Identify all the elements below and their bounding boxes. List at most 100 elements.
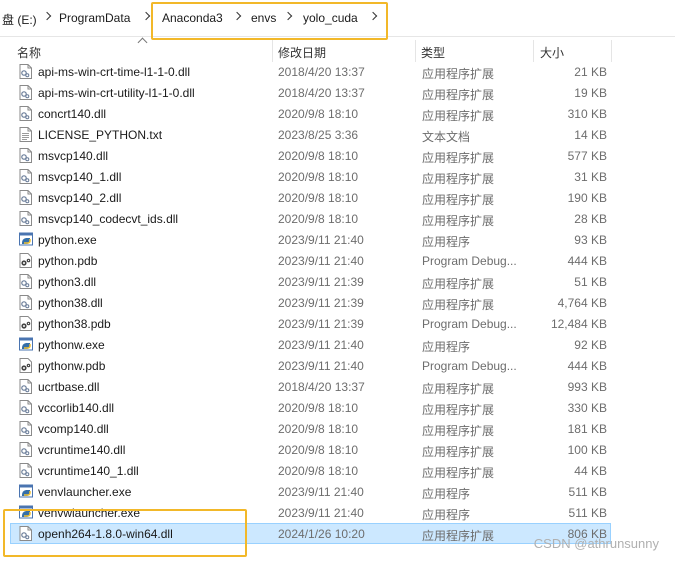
dll-icon: [19, 148, 32, 163]
file-date: 2020/9/8 18:10: [278, 107, 359, 121]
file-row[interactable]: vcomp140.dll 2020/9/8 18:10 应用程序扩展 181 KB: [0, 418, 675, 439]
file-row[interactable]: msvcp140_codecvt_ids.dll 2020/9/8 18:10 应用…: [0, 208, 675, 229]
column-date[interactable]: 修改日期: [278, 44, 326, 61]
file-size: 577 KB: [567, 149, 607, 163]
file-name[interactable]: ucrtbase.dll: [38, 380, 99, 394]
pdb-icon: [19, 316, 32, 331]
python-exe-icon: [19, 232, 33, 247]
file-type: 应用程序扩展: [422, 403, 495, 417]
file-row[interactable]: venvlauncher.exe 2023/9/11 21:40 应用程序 511 K…: [0, 481, 675, 502]
breadcrumb-drive[interactable]: 盘 (E:): [2, 11, 37, 28]
file-date: 2018/4/20 13:37: [278, 380, 365, 394]
column-divider[interactable]: [415, 40, 416, 62]
column-divider[interactable]: [272, 40, 273, 62]
file-date: 2023/9/11 21:39: [278, 296, 364, 310]
file-type: 应用程序: [422, 235, 471, 249]
file-row[interactable]: msvcp140_2.dll 2020/9/8 18:10 应用程序扩展 190 KB: [0, 187, 675, 208]
file-name[interactable]: vccorlib140.dll: [38, 401, 114, 415]
dll-icon: [19, 463, 32, 478]
file-name[interactable]: msvcp140_2.dll: [38, 191, 121, 205]
file-type: 应用程序扩展: [422, 172, 495, 186]
highlight-box-new-file: [3, 509, 247, 557]
column-divider[interactable]: [533, 40, 534, 62]
file-name[interactable]: api-ms-win-crt-time-l1-1-0.dll: [38, 65, 190, 79]
file-date: 2024/1/26 10:20: [278, 527, 365, 541]
file-row[interactable]: LICENSE_PYTHON.txt 2023/8/25 3:36 文本文档 14 K…: [0, 124, 675, 145]
dll-icon: [19, 274, 32, 289]
file-size: 44 KB: [574, 464, 607, 478]
file-name[interactable]: python38.dll: [38, 296, 103, 310]
file-type: 应用程序扩展: [422, 214, 495, 228]
file-date: 2020/9/8 18:10: [278, 149, 359, 163]
column-size[interactable]: 大小: [540, 44, 564, 61]
sort-up-icon: [137, 37, 148, 48]
file-row[interactable]: python3.dll 2023/9/11 21:39 应用程序扩展 51 KB: [0, 271, 675, 292]
file-size: 444 KB: [567, 359, 607, 373]
file-row[interactable]: python.pdb 2023/9/11 21:40 Program Debug..…: [0, 250, 675, 271]
dll-icon: [19, 106, 32, 121]
file-name[interactable]: python.pdb: [38, 254, 97, 268]
txt-icon: [19, 127, 32, 142]
file-name[interactable]: pythonw.pdb: [38, 359, 105, 373]
chevron-right-icon[interactable]: [141, 11, 151, 21]
file-type: 应用程序扩展: [422, 109, 495, 123]
file-name[interactable]: vcomp140.dll: [38, 422, 109, 436]
file-row[interactable]: python.exe 2023/9/11 21:40 应用程序 93 KB: [0, 229, 675, 250]
file-name[interactable]: pythonw.exe: [38, 338, 105, 352]
dll-icon: [19, 169, 32, 184]
file-date: 2023/9/11 21:40: [278, 338, 364, 352]
file-type: 应用程序扩展: [422, 466, 495, 480]
file-type: 应用程序扩展: [422, 193, 495, 207]
file-size: 28 KB: [574, 212, 607, 226]
file-row[interactable]: vcruntime140.dll 2020/9/8 18:10 应用程序扩展 100 …: [0, 439, 675, 460]
dll-icon: [19, 295, 32, 310]
file-name[interactable]: api-ms-win-crt-utility-l1-1-0.dll: [38, 86, 195, 100]
column-type[interactable]: 类型: [421, 44, 445, 61]
python-exe-icon: [19, 484, 33, 499]
file-type: Program Debug...: [422, 317, 517, 331]
column-name[interactable]: 名称: [17, 44, 41, 61]
column-divider[interactable]: [611, 40, 612, 62]
file-date: 2023/9/11 21:40: [278, 506, 364, 520]
file-name[interactable]: python.exe: [38, 233, 97, 247]
dll-icon: [19, 400, 32, 415]
file-row[interactable]: concrt140.dll 2020/9/8 18:10 应用程序扩展 310 KB: [0, 103, 675, 124]
file-size: 92 KB: [574, 338, 607, 352]
file-row[interactable]: vcruntime140_1.dll 2020/9/8 18:10 应用程序扩展 44…: [0, 460, 675, 481]
file-row[interactable]: api-ms-win-crt-time-l1-1-0.dll 2018/4/20 …: [0, 61, 675, 82]
file-row[interactable]: vccorlib140.dll 2020/9/8 18:10 应用程序扩展 330 K…: [0, 397, 675, 418]
file-name[interactable]: vcruntime140_1.dll: [38, 464, 139, 478]
file-type: 应用程序扩展: [422, 424, 495, 438]
file-name[interactable]: python3.dll: [38, 275, 96, 289]
file-name[interactable]: msvcp140_1.dll: [38, 170, 121, 184]
file-date: 2023/9/11 21:40: [278, 359, 364, 373]
column-header: 名称 修改日期 类型 大小: [0, 37, 675, 62]
file-type: 应用程序扩展: [422, 277, 495, 291]
file-size: 190 KB: [567, 191, 607, 205]
file-type: 应用程序扩展: [422, 67, 495, 81]
file-name[interactable]: LICENSE_PYTHON.txt: [38, 128, 162, 142]
python-exe-icon: [19, 337, 33, 352]
chevron-right-icon[interactable]: [42, 11, 52, 21]
file-row[interactable]: python38.dll 2023/9/11 21:39 应用程序扩展 4,764 K…: [0, 292, 675, 313]
file-name[interactable]: venvlauncher.exe: [38, 485, 131, 499]
breadcrumb-programdata[interactable]: ProgramData: [59, 11, 130, 25]
file-type: 应用程序: [422, 340, 471, 354]
file-size: 511 KB: [568, 485, 607, 499]
file-name[interactable]: msvcp140_codecvt_ids.dll: [38, 212, 178, 226]
file-row[interactable]: pythonw.pdb 2023/9/11 21:40 Program Debug.…: [0, 355, 675, 376]
file-type: 应用程序扩展: [422, 445, 495, 459]
file-row[interactable]: python38.pdb 2023/9/11 21:39 Program Debug…: [0, 313, 675, 334]
file-row[interactable]: api-ms-win-crt-utility-l1-1-0.dll 2018/4/…: [0, 82, 675, 103]
file-name[interactable]: python38.pdb: [38, 317, 111, 331]
file-size: 181 KB: [567, 422, 607, 436]
file-row[interactable]: msvcp140_1.dll 2020/9/8 18:10 应用程序扩展 31 KB: [0, 166, 675, 187]
file-size: 330 KB: [567, 401, 607, 415]
file-name[interactable]: vcruntime140.dll: [38, 443, 125, 457]
file-name[interactable]: msvcp140.dll: [38, 149, 108, 163]
file-row[interactable]: pythonw.exe 2023/9/11 21:40 应用程序 92 KB: [0, 334, 675, 355]
file-row[interactable]: ucrtbase.dll 2018/4/20 13:37 应用程序扩展 993 KB: [0, 376, 675, 397]
file-date: 2023/9/11 21:39: [278, 275, 364, 289]
file-row[interactable]: msvcp140.dll 2020/9/8 18:10 应用程序扩展 577 KB: [0, 145, 675, 166]
file-name[interactable]: concrt140.dll: [38, 107, 106, 121]
